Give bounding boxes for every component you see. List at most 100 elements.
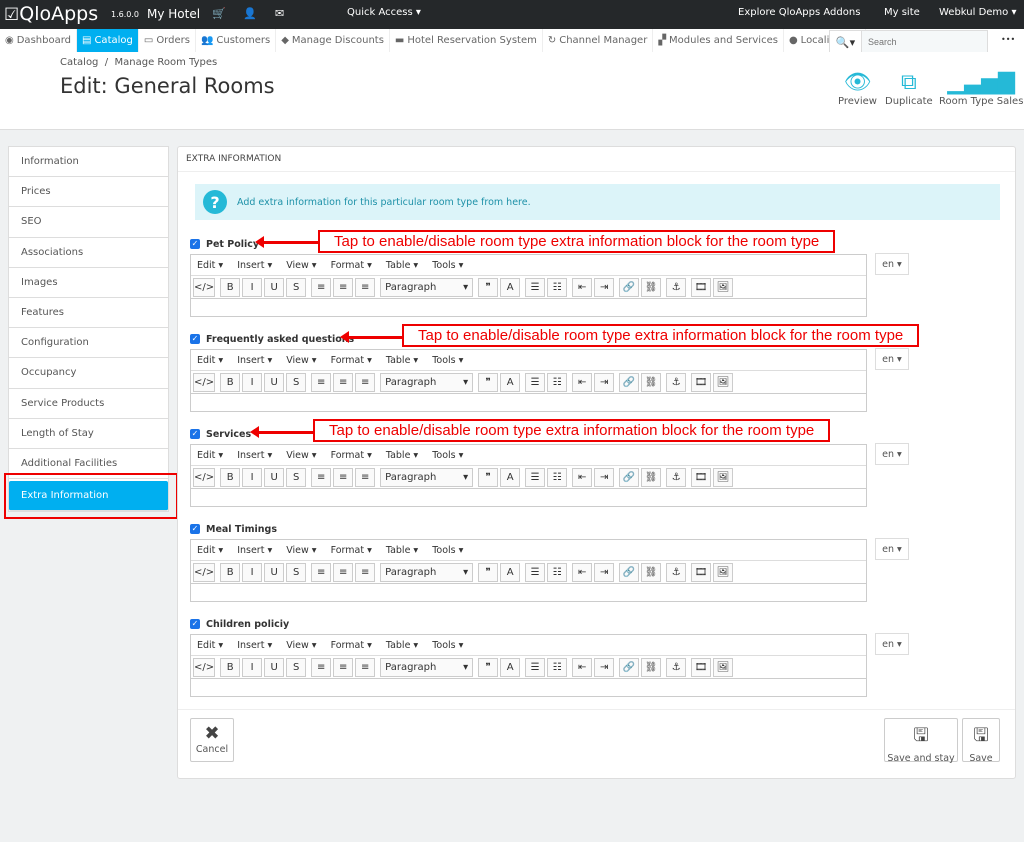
editor-menu-table[interactable]: Table ▾: [386, 545, 418, 556]
editor-menu-edit[interactable]: Edit ▾: [197, 545, 223, 556]
nav-manage-discounts[interactable]: ◆ Manage Discounts: [276, 29, 390, 52]
text-color-icon[interactable]: A: [500, 467, 521, 487]
align-center-icon[interactable]: ≡: [333, 657, 354, 677]
unlink-icon[interactable]: ⛓: [641, 657, 662, 677]
sidebar-item-occupancy[interactable]: Occupancy: [9, 358, 168, 389]
code-icon[interactable]: </>: [193, 467, 216, 487]
italic-icon[interactable]: I: [242, 657, 263, 677]
editor-menu-view[interactable]: View ▾: [286, 355, 316, 366]
strikethrough-icon[interactable]: S: [286, 657, 307, 677]
editor-menu-table[interactable]: Table ▾: [386, 260, 418, 271]
language-select[interactable]: en ▾: [875, 348, 909, 370]
strikethrough-icon[interactable]: S: [286, 467, 307, 487]
sidebar-item-prices[interactable]: Prices: [9, 177, 168, 208]
media-icon[interactable]: 🎞: [691, 657, 712, 677]
editor-menu-tools[interactable]: Tools ▾: [432, 260, 463, 271]
more-menu[interactable]: •••: [1001, 35, 1015, 44]
underline-icon[interactable]: U: [264, 372, 285, 392]
bold-icon[interactable]: B: [220, 562, 241, 582]
align-right-icon[interactable]: ≡: [355, 657, 376, 677]
align-right-icon[interactable]: ≡: [355, 372, 376, 392]
editor-menu-insert[interactable]: Insert ▾: [237, 545, 272, 556]
numbered-list-icon[interactable]: ☷: [547, 372, 568, 392]
editor-menu-view[interactable]: View ▾: [286, 260, 316, 271]
editor-content[interactable]: [191, 584, 866, 601]
outdent-icon[interactable]: ⇤: [572, 467, 593, 487]
italic-icon[interactable]: I: [242, 372, 263, 392]
underline-icon[interactable]: U: [264, 657, 285, 677]
editor-menu-edit[interactable]: Edit ▾: [197, 450, 223, 461]
anchor-icon[interactable]: ⚓: [666, 467, 687, 487]
my-site-link[interactable]: My site: [884, 7, 920, 18]
editor-menu-format[interactable]: Format ▾: [331, 355, 372, 366]
bold-icon[interactable]: B: [220, 467, 241, 487]
link-icon[interactable]: 🔗: [619, 657, 640, 677]
nav-hotel-reservation-system[interactable]: ▬ Hotel Reservation System: [390, 29, 543, 52]
editor-menu-edit[interactable]: Edit ▾: [197, 260, 223, 271]
editor-menu-insert[interactable]: Insert ▾: [237, 355, 272, 366]
bold-icon[interactable]: B: [220, 657, 241, 677]
image-icon[interactable]: 🖼: [713, 372, 734, 392]
editor-content[interactable]: [191, 679, 866, 696]
strikethrough-icon[interactable]: S: [286, 562, 307, 582]
sidebar-item-features[interactable]: Features: [9, 298, 168, 329]
align-right-icon[interactable]: ≡: [355, 562, 376, 582]
text-color-icon[interactable]: A: [500, 372, 521, 392]
editor-menu-edit[interactable]: Edit ▾: [197, 355, 223, 366]
anchor-icon[interactable]: ⚓: [666, 562, 687, 582]
language-select[interactable]: en ▾: [875, 253, 909, 275]
language-select[interactable]: en ▾: [875, 538, 909, 560]
indent-icon[interactable]: ⇥: [594, 467, 615, 487]
breadcrumb-current[interactable]: Manage Room Types: [115, 57, 218, 68]
code-icon[interactable]: </>: [193, 277, 216, 297]
text-color-icon[interactable]: A: [500, 277, 521, 297]
link-icon[interactable]: 🔗: [619, 277, 640, 297]
sidebar-item-seo[interactable]: SEO: [9, 207, 168, 238]
unlink-icon[interactable]: ⛓: [641, 277, 662, 297]
editor-menu-tools[interactable]: Tools ▾: [432, 545, 463, 556]
format-select[interactable]: Paragraph ▾: [380, 562, 474, 582]
numbered-list-icon[interactable]: ☷: [547, 467, 568, 487]
preview-button[interactable]: 👁 Preview: [838, 70, 877, 107]
addons-link[interactable]: Explore QloApps Addons: [738, 7, 860, 18]
enable-checkbox[interactable]: ✓: [190, 334, 200, 344]
code-icon[interactable]: </>: [193, 657, 216, 677]
text-color-icon[interactable]: A: [500, 562, 521, 582]
indent-icon[interactable]: ⇥: [594, 372, 615, 392]
format-select[interactable]: Paragraph ▾: [380, 657, 474, 677]
blockquote-icon[interactable]: ❞: [478, 372, 499, 392]
numbered-list-icon[interactable]: ☷: [547, 277, 568, 297]
room-type-sales-button[interactable]: ▁▃▅▇ Room Type Sales: [939, 70, 1023, 107]
language-select[interactable]: en ▾: [875, 633, 909, 655]
outdent-icon[interactable]: ⇤: [572, 657, 593, 677]
logo[interactable]: ☑QloApps: [4, 3, 98, 25]
media-icon[interactable]: 🎞: [691, 372, 712, 392]
bold-icon[interactable]: B: [220, 372, 241, 392]
link-icon[interactable]: 🔗: [619, 562, 640, 582]
align-left-icon[interactable]: ≡: [311, 562, 332, 582]
link-icon[interactable]: 🔗: [619, 467, 640, 487]
editor-menu-view[interactable]: View ▾: [286, 640, 316, 651]
enable-checkbox[interactable]: ✓: [190, 619, 200, 629]
blockquote-icon[interactable]: ❞: [478, 657, 499, 677]
bullet-list-icon[interactable]: ☰: [525, 657, 546, 677]
bullet-list-icon[interactable]: ☰: [525, 277, 546, 297]
shop-name[interactable]: My Hotel: [147, 7, 200, 21]
enable-checkbox[interactable]: ✓: [190, 429, 200, 439]
cancel-button[interactable]: ✖ Cancel: [190, 718, 234, 762]
code-icon[interactable]: </>: [193, 562, 216, 582]
align-right-icon[interactable]: ≡: [355, 277, 376, 297]
enable-checkbox[interactable]: ✓: [190, 524, 200, 534]
bullet-list-icon[interactable]: ☰: [525, 372, 546, 392]
editor-menu-tools[interactable]: Tools ▾: [432, 450, 463, 461]
strikethrough-icon[interactable]: S: [286, 277, 307, 297]
editor-menu-format[interactable]: Format ▾: [331, 545, 372, 556]
nav-catalog[interactable]: ▤ Catalog: [77, 29, 139, 52]
blockquote-icon[interactable]: ❞: [478, 277, 499, 297]
search-input[interactable]: [862, 31, 987, 53]
numbered-list-icon[interactable]: ☷: [547, 562, 568, 582]
editor-menu-table[interactable]: Table ▾: [386, 640, 418, 651]
text-color-icon[interactable]: A: [500, 657, 521, 677]
strikethrough-icon[interactable]: S: [286, 372, 307, 392]
user-icon[interactable]: 👤: [243, 7, 257, 20]
